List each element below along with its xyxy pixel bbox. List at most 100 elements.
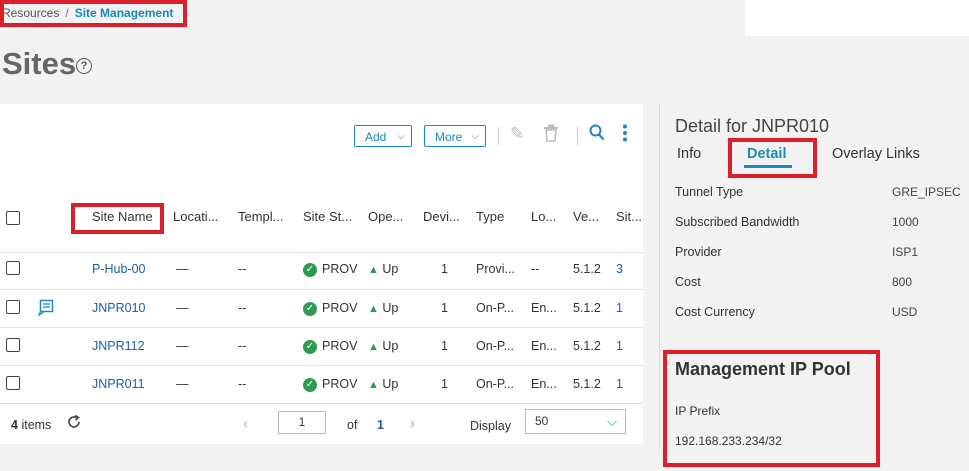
field-label: Tunnel Type: [675, 185, 744, 199]
check-circle-icon: ✓: [303, 340, 317, 354]
check-circle-icon: ✓: [303, 378, 317, 392]
oper-status-cell: ▲ Up: [368, 262, 398, 276]
triangle-up-icon: ▲: [368, 379, 379, 391]
version-cell: 5.1.2: [573, 262, 601, 276]
tab-overlay-links[interactable]: Overlay Links: [832, 146, 920, 162]
site-name-link[interactable]: P-Hub-00: [92, 262, 146, 276]
site-status-cell: PROV: [322, 339, 358, 353]
type-cell: On-P...: [476, 377, 514, 391]
row-divider: [0, 327, 643, 328]
lo-cell: En...: [531, 377, 557, 391]
detail-title: Detail for JNPR010: [675, 116, 830, 136]
add-button[interactable]: Add ⌵: [354, 125, 412, 147]
devices-cell: 1: [441, 377, 448, 391]
check-circle-icon: ✓: [303, 263, 317, 277]
devices-cell: 1: [441, 339, 448, 353]
page-title: Sites: [2, 46, 77, 81]
version-cell: 5.1.2: [573, 339, 601, 353]
chevron-down-icon: ⌵: [471, 131, 479, 142]
site-status-cell: PROV: [322, 301, 358, 315]
oper-status-cell: ▲ Up: [368, 339, 398, 353]
row-checkbox[interactable]: [6, 376, 20, 390]
check-circle-icon: ✓: [303, 302, 317, 316]
field-value: GRE_IPSEC: [892, 185, 961, 199]
more-button[interactable]: More ⌵: [424, 125, 486, 147]
row-checkbox[interactable]: [6, 338, 20, 352]
oper-status-text: Up: [382, 377, 399, 391]
field-label: Provider: [675, 245, 722, 259]
help-icon[interactable]: ?: [76, 58, 92, 74]
site-detail-icon[interactable]: [37, 299, 55, 321]
lo-cell: En...: [531, 339, 557, 353]
item-count: 4 items: [11, 418, 51, 432]
version-cell: 5.1.2: [573, 377, 601, 391]
pencil-icon[interactable]: ✎: [510, 124, 524, 144]
refresh-icon[interactable]: [66, 414, 82, 435]
page-number-input[interactable]: 1: [278, 411, 326, 434]
sites-count-link[interactable]: 1: [616, 339, 623, 353]
site-name-link[interactable]: JNPR010: [92, 301, 146, 315]
location-cell: —: [176, 301, 189, 315]
header-operational[interactable]: Ope...: [368, 209, 403, 224]
row-checkbox[interactable]: [6, 300, 20, 314]
template-cell: --: [238, 262, 247, 276]
header-devices[interactable]: Devi...: [423, 209, 460, 224]
template-cell: --: [238, 339, 247, 353]
field-label: Cost Currency: [675, 305, 755, 319]
header-template[interactable]: Templ...: [238, 209, 284, 224]
field-value: 800: [892, 275, 913, 289]
toolbar-divider: [498, 127, 499, 145]
field-value: USD: [892, 305, 918, 319]
sites-count-link[interactable]: 1: [616, 377, 623, 391]
highlight-site-name-header: [71, 203, 164, 234]
next-page-icon[interactable]: ›: [410, 415, 415, 432]
row-checkbox[interactable]: [6, 261, 20, 275]
of-label: of: [347, 418, 358, 432]
display-label: Display: [470, 419, 511, 433]
oper-status-text: Up: [382, 262, 399, 276]
site-name-link[interactable]: JNPR112: [92, 339, 145, 353]
site-name-link[interactable]: JNPR011: [92, 377, 145, 391]
type-cell: Provi...: [476, 262, 515, 276]
total-pages: 1: [377, 418, 384, 432]
field-label: Subscribed Bandwidth: [675, 215, 800, 229]
lo-cell: --: [531, 262, 540, 276]
add-button-label: Add: [365, 130, 387, 144]
row-divider: [0, 365, 643, 366]
tab-info[interactable]: Info: [677, 146, 701, 162]
sites-count-link[interactable]: 1: [616, 301, 623, 315]
top-right-blank: [745, 0, 969, 36]
row-divider: [0, 289, 643, 290]
select-all-checkbox[interactable]: [6, 211, 20, 225]
oper-status-cell: ▲ Up: [368, 377, 398, 391]
panel-divider: [659, 104, 660, 449]
location-cell: —: [176, 377, 189, 391]
header-lo[interactable]: Lo...: [531, 209, 556, 224]
field-value: 1000: [892, 215, 919, 229]
devices-cell: 1: [441, 262, 448, 276]
kebab-icon[interactable]: [623, 124, 627, 147]
highlight-management-ip-pool: [663, 350, 880, 467]
site-status-cell: PROV: [322, 377, 358, 391]
trash-icon[interactable]: [543, 124, 559, 147]
header-version[interactable]: Ve...: [573, 209, 599, 224]
oper-status-text: Up: [382, 301, 399, 315]
site-status-cell: PROV: [322, 262, 358, 276]
header-sites[interactable]: Sit...: [616, 209, 642, 224]
version-cell: 5.1.2: [573, 301, 601, 315]
type-cell: On-P...: [476, 339, 514, 353]
search-icon[interactable]: [589, 124, 605, 146]
template-cell: --: [238, 301, 247, 315]
header-location[interactable]: Locati...: [173, 209, 219, 224]
header-type[interactable]: Type: [476, 209, 504, 224]
header-site-status[interactable]: Site St...: [303, 209, 352, 224]
more-button-label: More: [435, 130, 463, 144]
highlight-detail-tab: [728, 138, 817, 178]
triangle-up-icon: ▲: [368, 264, 379, 276]
item-count-number: 4: [11, 418, 18, 432]
highlight-breadcrumb: [0, 0, 187, 27]
oper-status-text: Up: [382, 339, 399, 353]
prev-page-icon[interactable]: ‹: [243, 415, 248, 432]
page-size-select[interactable]: 50 ⌵: [525, 409, 626, 434]
sites-count-link[interactable]: 3: [616, 262, 623, 276]
